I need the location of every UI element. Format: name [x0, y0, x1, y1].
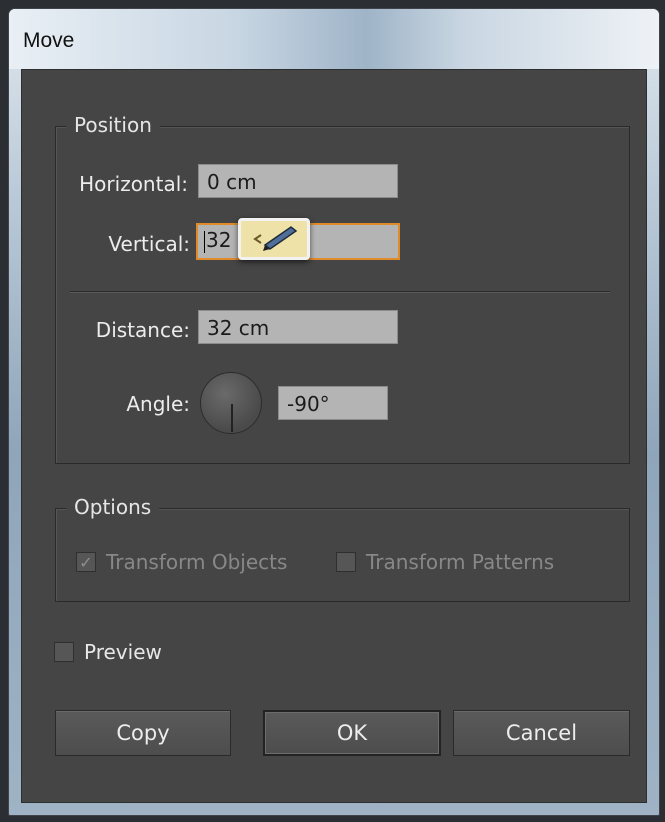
- transform-objects-label: Transform Objects: [106, 550, 288, 574]
- pen-icon: [253, 226, 298, 251]
- checkmark-icon: ✓: [76, 552, 96, 572]
- title-bar[interactable]: Move: [9, 9, 659, 69]
- options-legend: Options: [66, 495, 160, 519]
- horizontal-input[interactable]: 0 cm: [198, 164, 398, 198]
- position-divider: [70, 291, 610, 292]
- vertical-label: Vertical:: [108, 232, 190, 256]
- distance-label: Distance:: [95, 318, 190, 342]
- preview-box: [54, 642, 74, 662]
- angle-label: Angle:: [126, 392, 190, 416]
- angle-dial[interactable]: [200, 372, 262, 434]
- dialog-body: Position Horizontal: 0 cm Vertical: 32 c…: [21, 69, 647, 803]
- preview-checkbox[interactable]: Preview: [54, 640, 162, 664]
- cancel-button[interactable]: Cancel: [453, 710, 630, 756]
- transform-objects-checkbox[interactable]: ✓ Transform Objects: [76, 550, 287, 574]
- preview-label: Preview: [84, 640, 162, 664]
- copy-button[interactable]: Copy: [55, 710, 231, 756]
- smart-guide-tooltip-icon: [238, 218, 310, 260]
- position-legend: Position: [66, 113, 160, 137]
- horizontal-label: Horizontal:: [79, 172, 188, 196]
- move-dialog-window: Move Position Horizontal: 0 cm Vertical:…: [8, 8, 660, 816]
- transform-patterns-label: Transform Patterns: [366, 550, 555, 574]
- ok-button[interactable]: OK: [263, 710, 441, 756]
- text-caret: [204, 230, 205, 253]
- transform-patterns-box: [336, 552, 356, 572]
- angle-needle: [231, 404, 233, 432]
- transform-patterns-checkbox[interactable]: Transform Patterns: [336, 550, 554, 574]
- distance-input[interactable]: 32 cm: [198, 310, 398, 344]
- window-title: Move: [23, 29, 75, 52]
- angle-input[interactable]: -90°: [278, 386, 388, 420]
